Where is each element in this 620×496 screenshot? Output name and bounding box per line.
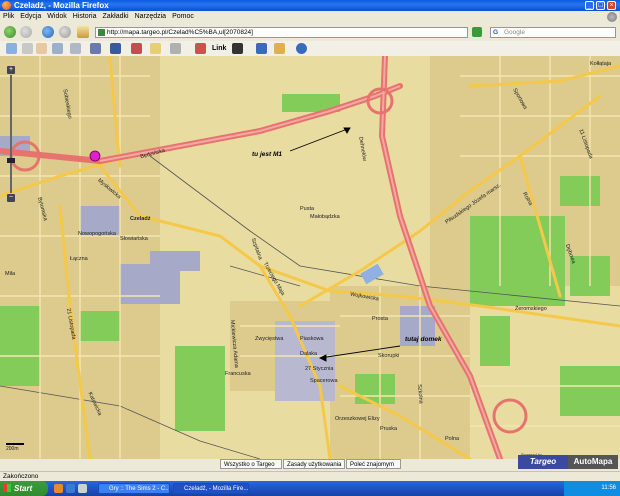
scale-label: 200m (6, 446, 19, 452)
street-label: Francuska (225, 371, 251, 377)
reload-icon[interactable] (42, 26, 54, 38)
window-title: Czeladź, - Mozilla Firefox (14, 1, 109, 10)
hand-pan-icon[interactable] (36, 43, 47, 54)
throbber-icon (607, 12, 617, 22)
street-label: Orzeszkowej Elizy (335, 416, 380, 422)
close-button[interactable]: × (607, 1, 616, 10)
binoculars-icon[interactable] (90, 43, 101, 54)
link-button[interactable]: Link (212, 43, 226, 54)
status-text: Zakończono (3, 473, 39, 480)
layers-icon[interactable] (131, 43, 142, 54)
street-label: Spacerowa (310, 378, 338, 384)
print-icon[interactable] (170, 43, 181, 54)
search-place-icon[interactable] (274, 43, 285, 54)
street-label: Polna (445, 436, 460, 442)
annotation-home: tutaj domek (405, 336, 442, 343)
street-label: Dalaka (300, 351, 318, 357)
help-icon[interactable] (296, 43, 307, 54)
street-label: Piaskowa (300, 336, 324, 342)
windows-flag-icon (3, 484, 11, 492)
street-label: Słowiańska (120, 236, 148, 242)
street-label: Pruska (380, 426, 398, 432)
street-label: Prosta (372, 316, 388, 322)
route-icon[interactable] (110, 43, 121, 54)
note-icon[interactable] (150, 43, 161, 54)
street-label: Kołłątaja (590, 61, 612, 67)
street-label: Zwycięstwa (255, 336, 284, 342)
zoom-handle[interactable] (7, 158, 15, 163)
menu-edit[interactable]: Edycja (17, 11, 44, 23)
menu-bar: Plik Edycja Widok Historia Zakładki Narzędzia… (0, 11, 620, 23)
street-label: Skorupki (378, 353, 400, 359)
url-input[interactable]: http://mapa.targeo.pl/Czelad%C5%BA,ul[20… (95, 27, 468, 38)
street-label: Mila (5, 271, 16, 277)
terms-link[interactable]: Zasady użytkowania (283, 459, 345, 469)
firefox-quicklaunch-icon[interactable] (54, 484, 63, 493)
forward-arrow-icon[interactable] (20, 26, 32, 38)
location-pin-icon[interactable] (256, 43, 267, 54)
taskbar-item-firefox[interactable]: Czeladź, - Mozilla Fire... (173, 483, 249, 494)
menu-history[interactable]: Historia (70, 11, 100, 23)
search-input[interactable]: G Google (490, 27, 616, 38)
camera-icon[interactable] (232, 43, 243, 54)
targeo-logo[interactable]: Targeo (518, 455, 568, 469)
stop-icon[interactable] (59, 26, 71, 38)
zoom-track[interactable] (10, 75, 12, 193)
menu-help[interactable]: Pomoc (169, 11, 197, 23)
zoom-slider[interactable]: + − (7, 66, 15, 203)
home-icon[interactable] (77, 26, 89, 38)
street-label: 27 Stycznia (305, 366, 334, 372)
about-targeo-link[interactable]: Wszystko o Targeo (220, 459, 282, 469)
street-label: Łączna (70, 256, 88, 262)
street-label: Źeromskiego (515, 306, 547, 312)
system-tray: 11:56 (564, 481, 620, 496)
search-placeholder: Google (504, 29, 525, 36)
windows-taskbar: Start Gry :: The Sims 2 - C... Czeladź, … (0, 481, 620, 496)
menu-view[interactable]: Widok (44, 11, 69, 23)
street-label: Małobądzka (310, 214, 340, 220)
menu-file[interactable]: Plik (0, 11, 17, 23)
link-icon[interactable] (195, 43, 206, 54)
menu-tools[interactable]: Narzędzia (132, 11, 170, 23)
firefox-icon (2, 1, 11, 10)
street-label: Pusta (300, 206, 315, 212)
select-tool-icon[interactable] (6, 43, 17, 54)
start-label: Start (14, 484, 33, 493)
window-titlebar: Czeladź, - Mozilla Firefox _ □ × (0, 0, 620, 11)
map-canvas[interactable]: Będzińska Czeladź Nowopogońska Słowiańsk… (0, 56, 620, 459)
town-label: Czeladź (130, 216, 151, 222)
taskbar-item-sims[interactable]: Gry :: The Sims 2 - C... (98, 483, 170, 494)
back-arrow-icon[interactable] (4, 26, 16, 38)
desktop-quicklaunch-icon[interactable] (78, 484, 87, 493)
menu-bookmarks[interactable]: Zakładki (99, 11, 131, 23)
street-label: Nowopogońska (78, 231, 116, 237)
minimize-button[interactable]: _ (585, 1, 594, 10)
ie-quicklaunch-icon[interactable] (66, 484, 75, 493)
screen-icon[interactable] (52, 43, 63, 54)
url-text: http://mapa.targeo.pl/Czelad%C5%BA,ul[20… (107, 29, 253, 36)
maximize-button[interactable]: □ (596, 1, 605, 10)
zoom-plus-button[interactable]: + (7, 66, 15, 74)
google-search-icon: G (493, 29, 499, 36)
site-favicon (98, 29, 105, 36)
status-bar: Zakończono (0, 471, 620, 481)
navigation-toolbar: http://mapa.targeo.pl/Czelad%C5%BA,ul[20… (0, 23, 620, 42)
recommend-link[interactable]: Poleć znajomym (346, 459, 401, 469)
zoom-minus-button[interactable]: − (7, 194, 15, 202)
start-button[interactable]: Start (0, 481, 48, 496)
automapa-logo[interactable]: AutoMapa (568, 455, 618, 469)
go-arrow-icon[interactable] (472, 27, 482, 37)
measure-icon[interactable] (70, 43, 81, 54)
zoom-in-icon[interactable] (22, 43, 33, 54)
map-toolbar: Link (0, 41, 620, 57)
annotation-m1: tu jest M1 (252, 151, 282, 158)
clock[interactable]: 11:56 (601, 485, 616, 491)
